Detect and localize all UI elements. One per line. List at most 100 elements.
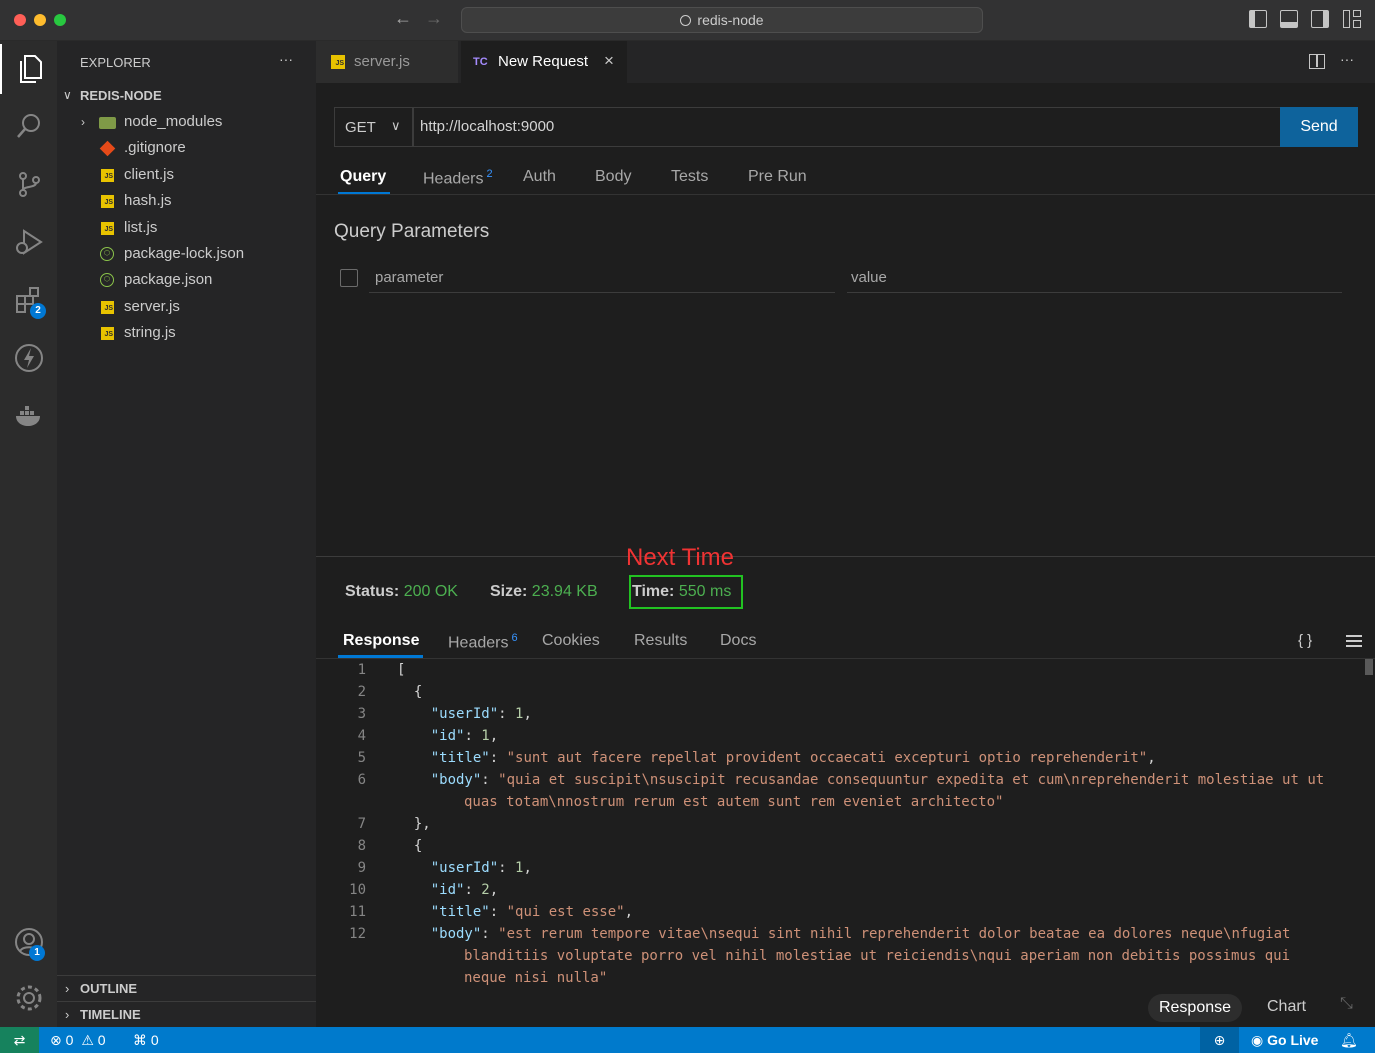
tree-item-package-lock-json[interactable]: ⬡ package-lock.json xyxy=(57,241,316,267)
ports-indicator[interactable]: ⌘ 0 xyxy=(133,1027,159,1053)
error-icon: ⊗ xyxy=(50,1032,62,1048)
timeline-section[interactable]: › TIMELINE xyxy=(57,1001,316,1027)
tab-cookies[interactable]: Cookies xyxy=(542,632,600,650)
customize-layout-icon[interactable] xyxy=(1343,10,1361,28)
timeline-label: TIMELINE xyxy=(80,1007,141,1022)
tree-item-package-json[interactable]: ⬡ package.json xyxy=(57,267,316,293)
status-info: Status: 200 OK xyxy=(345,583,458,601)
tab-auth[interactable]: Auth xyxy=(523,168,556,186)
back-arrow-icon[interactable]: ← xyxy=(394,8,412,29)
method-value: GET xyxy=(345,119,376,136)
scrollbar-thumb[interactable] xyxy=(1365,659,1373,675)
thunder-client-icon[interactable] xyxy=(0,333,57,383)
split-editor-icon[interactable] xyxy=(1309,54,1325,69)
tree-item-client-js[interactable]: JS client.js xyxy=(57,162,316,188)
command-center-search[interactable]: redis-node xyxy=(461,7,983,33)
settings-gear-icon[interactable] xyxy=(0,973,57,1023)
tab-results[interactable]: Results xyxy=(634,632,687,650)
toggle-primary-sidebar-icon[interactable] xyxy=(1249,10,1267,28)
parameter-input[interactable]: parameter xyxy=(369,264,835,293)
source-control-icon[interactable] xyxy=(0,159,57,209)
tree-item-list-js[interactable]: JS list.js xyxy=(57,215,316,241)
outline-section[interactable]: › OUTLINE xyxy=(57,975,316,1001)
divider xyxy=(316,194,1375,195)
time-label: Time: xyxy=(632,583,675,600)
time-value: 550 ms xyxy=(678,583,732,600)
chart-view-button[interactable]: Chart xyxy=(1267,998,1306,1016)
javascript-file-icon: JS xyxy=(101,169,114,182)
tree-item-label: .gitignore xyxy=(124,139,186,156)
param-checkbox[interactable] xyxy=(340,269,358,287)
annotation-label: Next Time xyxy=(626,544,735,571)
value-input[interactable]: value xyxy=(847,264,1342,293)
status-label: Status: xyxy=(345,583,400,600)
search-icon[interactable] xyxy=(0,101,57,151)
close-icon[interactable]: × xyxy=(604,40,614,82)
explorer-more-icon[interactable]: ··· xyxy=(279,51,293,67)
headers-count-badge: 2 xyxy=(486,168,493,180)
explorer-sidebar: EXPLORER ··· ∨ REDIS-NODE › node_modules… xyxy=(57,41,316,1027)
docker-icon[interactable] xyxy=(0,391,57,441)
expand-icon[interactable]: ⤡ xyxy=(1340,995,1353,1013)
thunder-client-tab-icon: TC xyxy=(473,56,488,68)
json-file-icon: ⬡ xyxy=(100,247,114,261)
status-bar: ⇄ ⊗ 0 ⚠ 0 ⌘ 0 ⊕ ◉ Go Live 🔔︎ xyxy=(0,1027,1375,1053)
tab-pre-run[interactable]: Pre Run xyxy=(748,168,807,186)
tree-item-label: package-lock.json xyxy=(124,245,245,262)
forward-arrow-icon[interactable]: → xyxy=(425,8,443,29)
notifications-bell-icon[interactable]: 🔔︎ xyxy=(1340,1027,1358,1053)
workspace-root[interactable]: ∨ REDIS-NODE xyxy=(57,83,316,109)
line-number: 10 xyxy=(349,882,366,898)
tree-item-node-modules[interactable]: › node_modules xyxy=(57,109,316,135)
explorer-icon[interactable] xyxy=(0,44,57,94)
line-number: 5 xyxy=(357,750,366,766)
code-line: 11 "title": "qui est esse", xyxy=(316,901,1375,923)
close-window-button[interactable] xyxy=(14,14,26,26)
more-actions-icon[interactable]: ··· xyxy=(1340,51,1354,67)
json-string: "qui est esse" xyxy=(506,904,625,920)
tree-item-string-js[interactable]: JS string.js xyxy=(57,320,316,346)
value-placeholder: value xyxy=(851,269,887,286)
code-line-wrap: blanditiis voluptate porro vel nihil mol… xyxy=(316,945,1375,967)
tab-headers[interactable]: Headers 2 xyxy=(423,168,493,188)
tab-response-headers[interactable]: Headers 6 xyxy=(448,632,518,652)
problems-indicator[interactable]: ⊗ 0 ⚠ 0 xyxy=(50,1027,106,1053)
tree-item-gitignore[interactable]: .gitignore xyxy=(57,135,316,161)
json-string: "quia et suscipit\nsuscipit recusandae c… xyxy=(498,772,1325,788)
tab-label: server.js xyxy=(354,53,410,70)
tab-docs[interactable]: Docs xyxy=(720,632,756,650)
response-view-button[interactable]: Response xyxy=(1148,994,1242,1022)
run-debug-icon[interactable] xyxy=(0,217,57,267)
remote-indicator-icon[interactable]: ⇄ xyxy=(0,1027,39,1053)
send-button[interactable]: Send xyxy=(1280,107,1358,147)
time-info: Time: 550 ms xyxy=(632,583,731,601)
format-json-icon[interactable]: { } xyxy=(1298,632,1312,649)
tree-item-server-js[interactable]: JS server.js xyxy=(57,294,316,320)
accounts-badge: 1 xyxy=(29,945,45,961)
size-value: 23.94 KB xyxy=(531,583,598,600)
minimize-window-button[interactable] xyxy=(34,14,46,26)
word-wrap-icon[interactable] xyxy=(1346,635,1362,647)
json-number: 1 xyxy=(515,706,524,722)
method-select[interactable]: GET ∨ xyxy=(334,107,413,147)
response-code-viewer[interactable]: 1[ 2 { 3 "userId": 1, 4 "id": 1, 5 "titl… xyxy=(316,659,1375,989)
tab-query[interactable]: Query xyxy=(340,168,386,186)
toggle-secondary-sidebar-icon[interactable] xyxy=(1311,10,1329,28)
javascript-file-icon: JS xyxy=(331,55,345,69)
tree-item-label: node_modules xyxy=(124,113,223,130)
tab-body[interactable]: Body xyxy=(595,168,631,186)
extensions-icon[interactable]: 2 xyxy=(0,275,57,325)
url-input[interactable]: http://localhost:9000 xyxy=(413,107,1281,147)
go-live-button[interactable]: ◉ Go Live xyxy=(1251,1027,1318,1053)
tab-response[interactable]: Response xyxy=(343,632,419,650)
tab-server-js[interactable]: JS server.js xyxy=(316,41,459,83)
size-label: Size: xyxy=(490,583,528,600)
json-key: "id" xyxy=(430,882,465,898)
tree-item-hash-js[interactable]: JS hash.js xyxy=(57,188,316,214)
tab-new-request[interactable]: TC New Request × xyxy=(461,41,627,83)
zoom-icon[interactable]: ⊕ xyxy=(1200,1027,1239,1053)
toggle-panel-icon[interactable] xyxy=(1280,10,1298,28)
tab-tests[interactable]: Tests xyxy=(671,168,708,186)
zoom-window-button[interactable] xyxy=(54,14,66,26)
accounts-icon[interactable]: 1 xyxy=(0,917,57,967)
